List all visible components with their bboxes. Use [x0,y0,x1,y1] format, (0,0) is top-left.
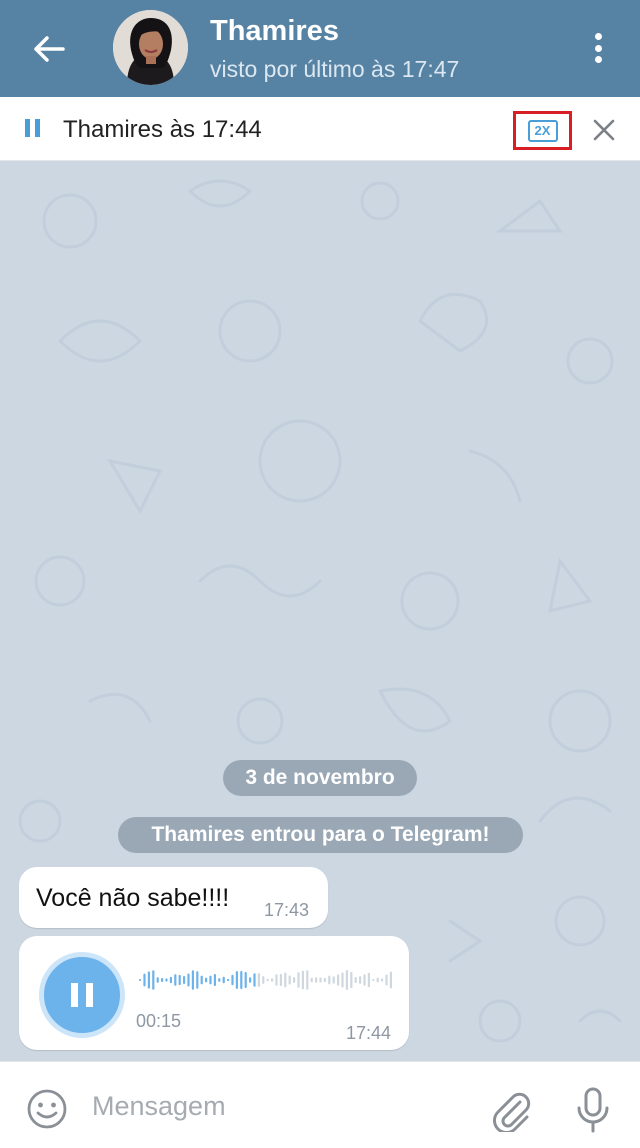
playback-speed-button[interactable]: 2X [527,119,558,142]
voice-pause-button[interactable] [39,952,125,1038]
chat-header: Thamires visto por último às 17:47 [0,0,640,97]
emoji-icon[interactable] [25,1087,69,1131]
audio-player-bar: Thamires às 17:44 2X [0,97,640,161]
paperclip-icon[interactable] [490,1088,532,1134]
avatar[interactable] [113,10,188,85]
voice-duration: 00:15 [136,1011,182,1031]
chat-area[interactable]: 3 de novembro Thamires entrou para o Tel… [0,161,640,1061]
message-time: 17:44 [346,1023,392,1043]
more-options-icon[interactable] [586,30,610,66]
voice-waveform[interactable] [139,964,394,996]
back-arrow-icon[interactable] [28,28,70,70]
message-input[interactable] [92,1086,462,1126]
message-bubble[interactable]: Você não sabe!!!! 17:43 [19,867,328,928]
pause-icon [71,983,93,1007]
message-time: 17:43 [264,900,310,920]
chat-title[interactable]: Thamires [210,15,339,48]
message-input-bar [0,1061,640,1148]
message-text: Você não sabe!!!! [36,884,230,912]
voice-message-bubble[interactable]: 00:15 17:44 [19,936,409,1050]
last-seen-status: visto por último às 17:47 [210,56,460,82]
service-message: Thamires entrou para o Telegram! [118,817,523,853]
speed-highlight-box: 2X [513,111,572,150]
pause-icon[interactable] [22,116,44,140]
close-icon[interactable] [591,117,617,148]
microphone-icon[interactable] [574,1086,612,1134]
date-separator: 3 de novembro [223,760,417,796]
player-title[interactable]: Thamires às 17:44 [63,116,262,144]
